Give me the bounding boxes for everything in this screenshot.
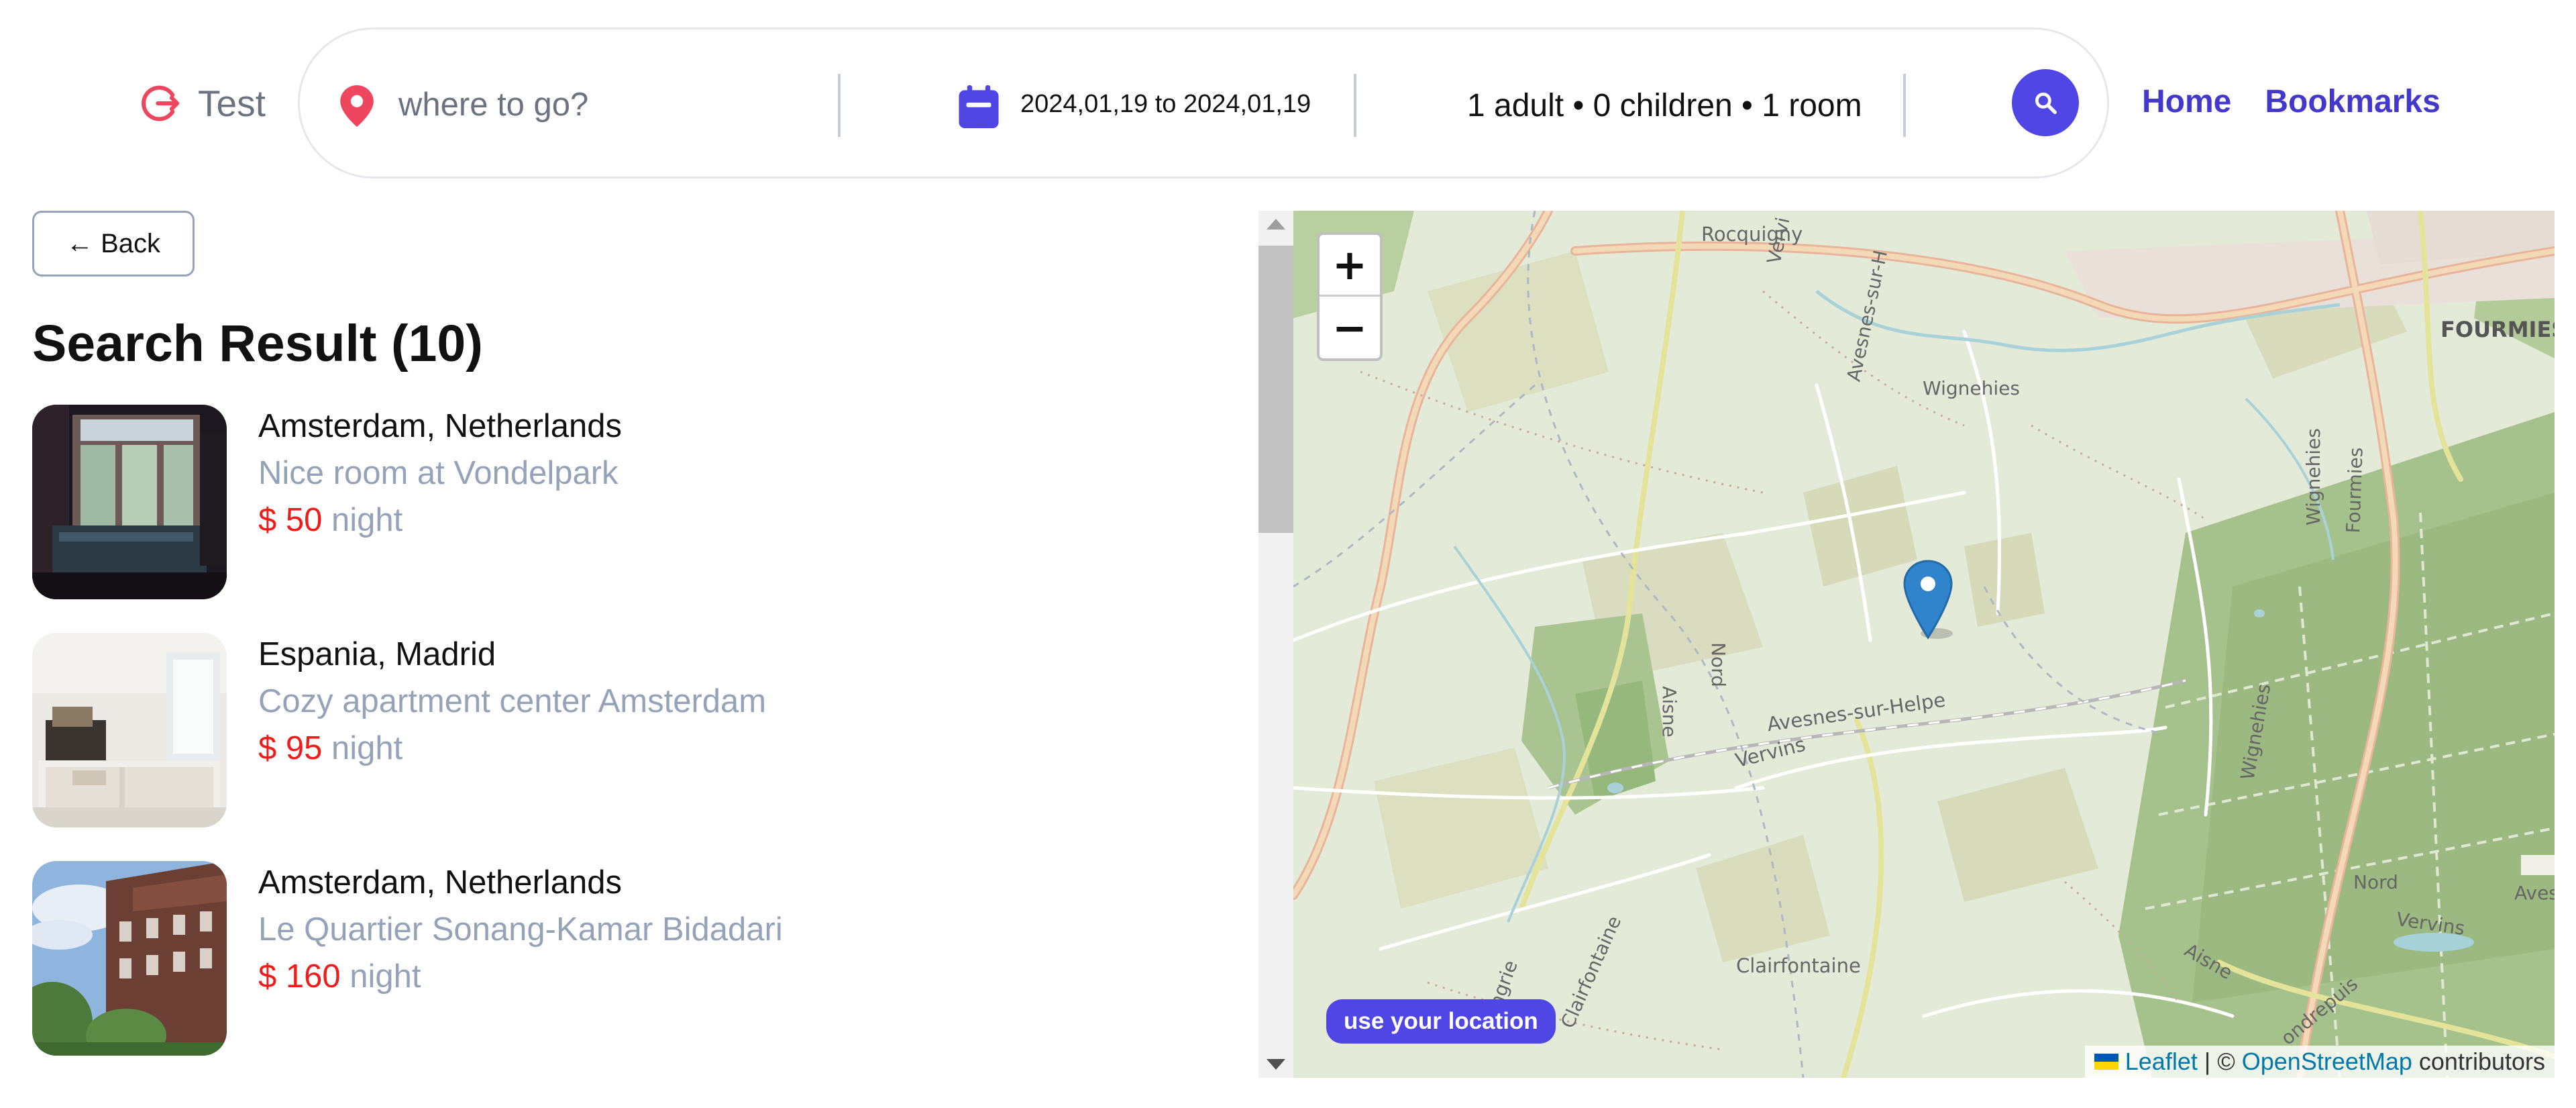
date-range-picker[interactable]: 2024,01,19 to 2024,01,19	[1020, 90, 1311, 119]
price-value: $ 95	[258, 730, 323, 766]
result-title[interactable]: Cozy apartment center Amsterdam	[258, 683, 766, 720]
price-value: $ 160	[258, 958, 341, 995]
scroll-down-arrow-icon[interactable]	[1267, 1059, 1285, 1070]
map-label: Nord	[1707, 642, 1729, 687]
logo-text: Test	[198, 83, 266, 124]
result-price: $ 50 night	[258, 501, 402, 539]
search-button[interactable]	[2012, 69, 2079, 136]
result-thumbnail[interactable]	[32, 633, 227, 827]
room-photo	[32, 405, 227, 599]
result-item[interactable]: Amsterdam, Netherlands Le Quartier Sonan…	[32, 861, 1173, 1056]
location-input[interactable]	[398, 81, 828, 129]
result-title[interactable]: Nice room at Vondelpark	[258, 454, 619, 492]
openstreetmap-link[interactable]: OpenStreetMap	[2242, 1048, 2412, 1076]
map-label: Wignehies	[2302, 428, 2324, 525]
header: Test 2024,01,19 to 2024,01,19 1 adult • …	[0, 0, 2576, 208]
result-location: Amsterdam, Netherlands	[258, 408, 622, 444]
zoom-out-button[interactable]: −	[1320, 297, 1380, 358]
map-attribution: Leaflet | © OpenStreetMap contributors	[2084, 1046, 2555, 1078]
ukraine-flag-icon	[2094, 1054, 2118, 1070]
zoom-control: + −	[1317, 232, 1383, 361]
map-label: FOURMIES	[2440, 317, 2555, 342]
street-photo	[32, 861, 227, 1056]
result-thumbnail[interactable]	[32, 861, 227, 1056]
map-tiles	[1293, 211, 2555, 1078]
calendar-icon	[959, 85, 999, 128]
leaflet-link[interactable]: Leaflet	[2125, 1048, 2198, 1076]
map-label: Nord	[2353, 871, 2398, 893]
result-thumbnail[interactable]	[32, 405, 227, 599]
room-photo	[32, 633, 227, 827]
use-location-button[interactable]: use your location	[1326, 999, 1556, 1044]
price-unit: night	[331, 730, 403, 766]
back-button[interactable]: ← Back	[32, 211, 195, 276]
scroll-up-arrow-icon[interactable]	[1267, 219, 1285, 230]
result-location: Espania, Madrid	[258, 636, 496, 672]
map-label: Aisne	[1658, 686, 1680, 738]
logo-icon	[142, 85, 180, 121]
location-pin-icon	[340, 85, 374, 127]
main-nav: Home Bookmarks	[2142, 83, 2440, 120]
results-title: Search Result (10)	[32, 315, 483, 372]
map-label: Aves	[2514, 882, 2555, 904]
map-marker-icon[interactable]	[1902, 558, 1954, 643]
attribution-separator: | ©	[2197, 1048, 2242, 1075]
map[interactable]: Rocquigny FOURMIES Wignehies Avesnes-sur…	[1293, 211, 2555, 1078]
map-label: Wignehies	[1923, 377, 2020, 399]
search-divider	[1354, 74, 1356, 137]
guest-selector[interactable]: 1 adult • 0 children • 1 room	[1467, 87, 1862, 124]
scrollbar-thumb[interactable]	[1258, 246, 1293, 533]
search-icon	[2035, 92, 2057, 114]
zoom-in-button[interactable]: +	[1320, 235, 1380, 297]
attribution-suffix: contributors	[2412, 1048, 2545, 1075]
nav-home-link[interactable]: Home	[2142, 83, 2231, 120]
search-bar: 2024,01,19 to 2024,01,19 1 adult • 0 chi…	[298, 28, 2109, 179]
result-price: $ 160 night	[258, 958, 421, 995]
search-divider	[1903, 74, 1906, 137]
price-unit: night	[331, 502, 403, 538]
result-price: $ 95 night	[258, 729, 402, 767]
result-location: Amsterdam, Netherlands	[258, 864, 622, 901]
result-title[interactable]: Le Quartier Sonang-Kamar Bidadari	[258, 911, 783, 948]
search-divider	[838, 74, 841, 137]
logo[interactable]: Test	[138, 79, 266, 128]
result-item[interactable]: Espania, Madrid Cozy apartment center Am…	[32, 633, 1173, 827]
result-item[interactable]: Amsterdam, Netherlands Nice room at Vond…	[32, 405, 1173, 599]
map-label: Fourmies	[2342, 447, 2367, 534]
results-scrollbar[interactable]	[1258, 211, 1293, 1078]
price-unit: night	[350, 958, 421, 995]
nav-bookmarks-link[interactable]: Bookmarks	[2265, 83, 2440, 120]
map-label: Clairfontaine	[1736, 954, 1861, 977]
price-value: $ 50	[258, 502, 323, 538]
